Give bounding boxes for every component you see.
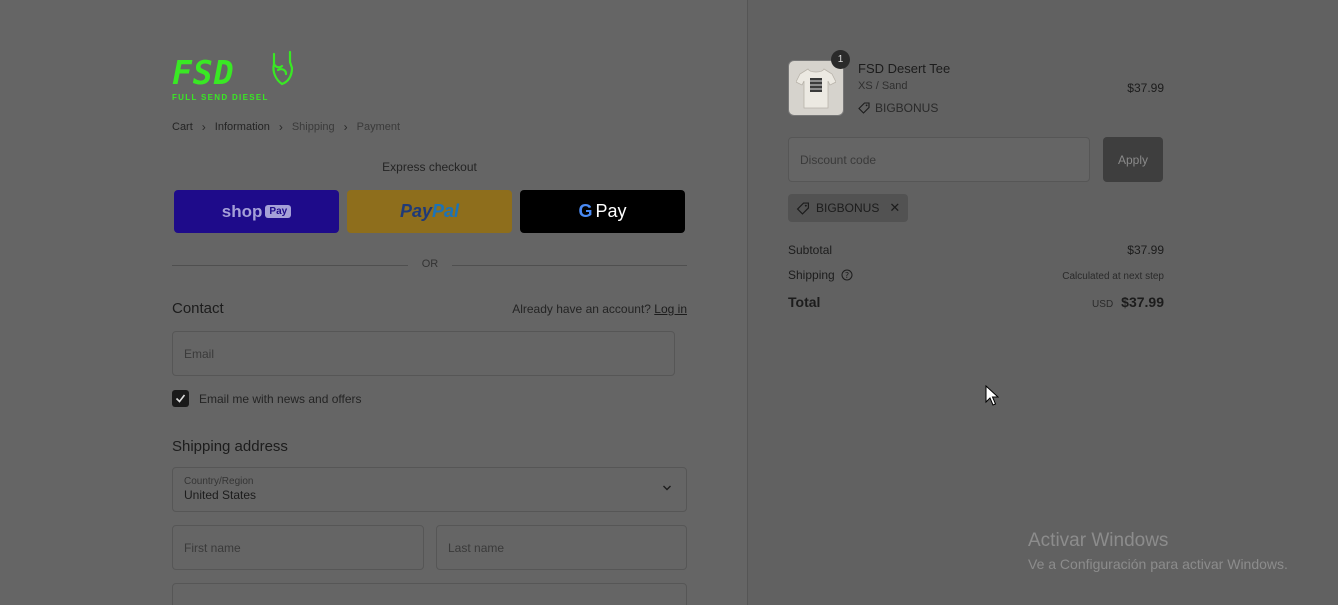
google-pay-button[interactable]: G Pay (520, 190, 685, 233)
breadcrumb-payment: Payment (356, 121, 401, 133)
tag-icon (858, 102, 870, 114)
first-name-field[interactable]: First name (172, 525, 424, 570)
product-price: $37.99 (1127, 81, 1164, 95)
currency-code: USD (1092, 299, 1114, 310)
windows-activation-title: Activar Windows (1028, 530, 1169, 551)
google-g-icon: G (578, 201, 593, 221)
logo-text: FSD (172, 53, 235, 92)
chevron-right-icon: › (343, 120, 348, 134)
breadcrumb: Cart › Information › Shipping › Payment (172, 120, 400, 134)
paypal-button[interactable]: PayPal (347, 190, 512, 233)
chevron-right-icon: › (201, 120, 206, 134)
email-placeholder: Email (184, 346, 215, 361)
chevron-right-icon: › (278, 120, 283, 134)
breadcrumb-shipping: Shipping (291, 121, 335, 133)
last-name-field[interactable]: Last name (436, 525, 687, 570)
last-name-placeholder: Last name (448, 540, 505, 555)
quantity-badge: 1 (831, 50, 850, 69)
or-divider-left (172, 265, 408, 266)
help-icon[interactable]: ? (841, 269, 853, 281)
shipping-value: Calculated at next step (1062, 271, 1164, 282)
remove-discount-icon[interactable]: ✕ (889, 200, 900, 216)
login-link[interactable]: Log in (654, 302, 687, 316)
apply-button[interactable]: Apply (1103, 137, 1163, 182)
product-name: FSD Desert Tee (858, 61, 951, 76)
applied-discount-chip: BIGBONUS ✕ (788, 194, 909, 222)
subtotal-label: Subtotal (788, 243, 833, 257)
paypal-text-1: Pay (399, 201, 432, 221)
applied-code: BIGBONUS (816, 201, 880, 215)
product-variant: XS / Sand (858, 80, 908, 92)
tag-icon (796, 201, 810, 215)
shop-pay-logo: shop Pay (221, 201, 292, 222)
shipping-label: Shipping (788, 268, 835, 282)
country-value: United States (184, 488, 257, 502)
product-discount: BIGBONUS (858, 101, 938, 115)
product-thumbnail (788, 60, 844, 116)
total-value: $37.99 (1121, 294, 1164, 310)
shipping-address-title: Shipping address (172, 438, 288, 455)
logo-subtitle: FULL SEND DIESEL (172, 93, 269, 102)
shipping-row: Shipping ? Calculated at next step (788, 268, 1164, 282)
account-prompt: Already have an account? Log in (512, 302, 687, 316)
tshirt-icon (796, 68, 836, 109)
mouse-cursor-icon (985, 385, 999, 406)
first-name-placeholder: First name (184, 540, 241, 555)
subtotal-value: $37.99 (1127, 243, 1164, 257)
chevron-down-icon (663, 485, 671, 491)
discount-code-field[interactable]: Discount code (788, 137, 1090, 182)
paypal-text-2: Pal (432, 201, 460, 221)
product-discount-code: BIGBONUS (875, 101, 939, 115)
total-row: Total USD $37.99 (788, 294, 1164, 310)
express-checkout-label: Express checkout (382, 160, 477, 174)
newsletter-label: Email me with news and offers (199, 391, 362, 406)
or-divider-right (452, 265, 687, 266)
account-text: Already have an account? (512, 302, 651, 316)
address-field[interactable] (172, 583, 687, 605)
rock-hand-icon (272, 50, 294, 86)
google-pay-logo: G Pay (578, 201, 626, 222)
check-icon (175, 394, 186, 403)
paypal-logo: PayPal (400, 201, 459, 222)
newsletter-checkbox[interactable] (172, 390, 189, 407)
discount-placeholder: Discount code (800, 152, 877, 167)
google-pay-text: Pay (595, 201, 627, 221)
or-divider-text: OR (421, 258, 439, 270)
email-field[interactable]: Email (172, 331, 675, 376)
breadcrumb-information: Information (214, 121, 270, 133)
country-select[interactable]: Country/Region United States (172, 467, 687, 512)
checkout-main: FSD FULL SEND DIESEL Cart › Information … (0, 0, 747, 605)
brand-logo[interactable]: FSD FULL SEND DIESEL (172, 50, 297, 106)
breadcrumb-cart[interactable]: Cart (172, 121, 193, 133)
newsletter-option[interactable]: Email me with news and offers (172, 390, 362, 407)
total-label: Total (788, 294, 821, 310)
contact-title: Contact (172, 300, 224, 317)
svg-text:?: ? (845, 271, 849, 280)
subtotal-row: Subtotal $37.99 (788, 243, 1164, 257)
shop-pay-button[interactable]: shop Pay (174, 190, 339, 233)
shop-pay-text: shop (221, 201, 263, 221)
shop-pay-pill: Pay (265, 205, 292, 218)
windows-activation-subtitle: Ve a Configuración para activar Windows. (1028, 556, 1288, 572)
country-label: Country/Region (184, 476, 254, 487)
